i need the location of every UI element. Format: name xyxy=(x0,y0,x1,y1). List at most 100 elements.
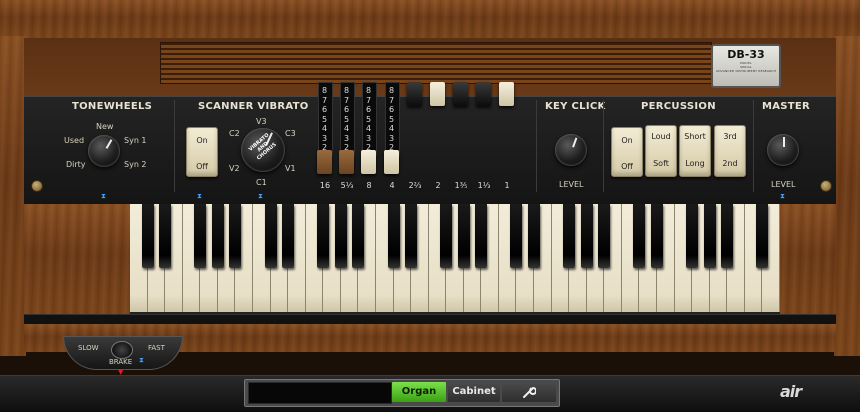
drawbar-scale-number: 8 xyxy=(343,86,350,95)
vibrato-on-off-switch[interactable]: On Off xyxy=(186,127,218,177)
screw-icon xyxy=(31,180,43,192)
black-key[interactable] xyxy=(475,204,488,268)
vibrato-v2-label: V2 xyxy=(229,164,240,173)
tonewheels-syn2-label: Syn 2 xyxy=(124,160,147,169)
wrench-icon xyxy=(523,386,537,398)
black-key[interactable] xyxy=(756,204,769,268)
black-key[interactable] xyxy=(563,204,576,268)
black-key[interactable] xyxy=(510,204,523,268)
tonewheels-syn1-label: Syn 1 xyxy=(124,136,147,145)
black-key[interactable] xyxy=(282,204,295,268)
black-key[interactable] xyxy=(686,204,699,268)
section-divider xyxy=(603,100,604,192)
drawbar-scale-number: 3 xyxy=(343,133,350,143)
drawbar-1-handle[interactable] xyxy=(317,150,332,174)
screw-icon xyxy=(820,180,832,192)
tonewheels-knob[interactable] xyxy=(88,135,120,167)
percussion-decay-switch[interactable]: Short Long xyxy=(679,125,711,177)
drawbar-footage-label: 5⅓ xyxy=(340,181,354,190)
percussion-2nd-label: 2nd xyxy=(722,159,738,168)
drawbar-footage-label: 1⅗ xyxy=(454,181,468,190)
drawbar-8-handle[interactable] xyxy=(476,82,491,106)
black-key[interactable] xyxy=(703,204,716,268)
knob-pointer xyxy=(783,137,785,147)
drawbar-scale-number: 6 xyxy=(343,105,350,114)
master-level-knob[interactable] xyxy=(767,134,799,166)
left-cabinet-post xyxy=(0,36,26,356)
preset-display[interactable] xyxy=(248,382,392,404)
drawbar-9-handle[interactable] xyxy=(499,82,514,106)
black-key[interactable] xyxy=(229,204,242,268)
black-key[interactable] xyxy=(405,204,418,268)
drawbar-5-handle[interactable] xyxy=(407,82,422,106)
right-cabinet-post xyxy=(834,36,860,356)
tonewheels-title: TONEWHEELS xyxy=(72,101,153,112)
percussion-long-label: Long xyxy=(685,159,705,168)
drawbar-footage-label: 1 xyxy=(504,181,510,190)
vibrato-v3-label: V3 xyxy=(256,117,267,126)
black-key[interactable] xyxy=(194,204,207,268)
black-key[interactable] xyxy=(598,204,611,268)
vibrato-on-label: On xyxy=(196,136,208,145)
keyclick-level-knob[interactable] xyxy=(555,134,587,166)
left-keyboard-cheek xyxy=(24,204,130,314)
drawbar-scale-number: 3 xyxy=(365,133,372,143)
black-key[interactable] xyxy=(141,204,154,268)
leslie-speed-switch[interactable] xyxy=(111,341,133,359)
percussion-on-off-switch[interactable]: On Off xyxy=(611,127,643,177)
percussion-harmonic-switch[interactable]: 3rd 2nd xyxy=(714,125,746,177)
tonewheels-new-label: New xyxy=(96,122,114,131)
drawbar-scale-number: 6 xyxy=(388,105,395,114)
leslie-panel: SLOW FAST BRAKE xyxy=(63,336,183,370)
black-key[interactable] xyxy=(159,204,172,268)
tab-cabinet[interactable]: Cabinet xyxy=(448,382,500,402)
black-key[interactable] xyxy=(211,204,224,268)
leslie-speed-control: SLOW FAST BRAKE ▼ ⧗ xyxy=(63,336,183,376)
black-key[interactable] xyxy=(580,204,593,268)
black-key[interactable] xyxy=(651,204,664,268)
black-key[interactable] xyxy=(721,204,734,268)
black-key[interactable] xyxy=(457,204,470,268)
drawbar-6-handle[interactable] xyxy=(430,82,445,106)
drawbar-scale-number: 8 xyxy=(365,86,372,95)
percussion-soft-label: Soft xyxy=(653,159,669,168)
air-logo: air xyxy=(780,382,802,401)
organ-cabinet: DB-33 MODEL SERIAL ADVANCED INSTRUMENT R… xyxy=(0,0,860,376)
black-key[interactable] xyxy=(352,204,365,268)
keyclick-title: KEY CLICK xyxy=(545,101,606,112)
percussion-on-label: On xyxy=(621,136,633,145)
black-key[interactable] xyxy=(264,204,277,268)
black-key[interactable] xyxy=(528,204,541,268)
keyclick-level-label: LEVEL xyxy=(559,180,584,189)
drawbar-scale-number: 4 xyxy=(365,124,372,133)
vibrato-selector-knob[interactable]: VIBRATO AND CHORUS xyxy=(241,128,285,172)
preset-value xyxy=(249,391,253,401)
drawbar-7-handle[interactable] xyxy=(453,82,468,106)
drawbar-scale-number: 6 xyxy=(365,105,372,114)
marker-icon: ⧗ xyxy=(258,192,263,200)
black-key[interactable] xyxy=(317,204,330,268)
master-title: MASTER xyxy=(762,101,811,112)
percussion-volume-switch[interactable]: Loud Soft xyxy=(645,125,677,177)
drawbar-footage-label: 2⅔ xyxy=(408,181,422,190)
tab-settings[interactable] xyxy=(502,382,556,402)
drawbar-scale-number: 8 xyxy=(321,86,328,95)
leslie-fast-label: FAST xyxy=(148,344,165,352)
vibrato-c2-label: C2 xyxy=(229,129,240,138)
black-key[interactable] xyxy=(387,204,400,268)
knob-pointer xyxy=(105,139,113,149)
tonewheels-dirty-label: Dirty xyxy=(66,160,86,169)
drawbar-footage-label: 1⅓ xyxy=(477,181,491,190)
leslie-slow-label: SLOW xyxy=(78,344,99,352)
tab-organ[interactable]: Organ xyxy=(392,382,446,402)
black-key[interactable] xyxy=(440,204,453,268)
vibrato-c1-label: C1 xyxy=(256,178,267,187)
black-key[interactable] xyxy=(633,204,646,268)
drawbar-scale-number: 5 xyxy=(321,114,328,124)
drawbar-3-handle[interactable] xyxy=(361,150,376,174)
black-key[interactable] xyxy=(334,204,347,268)
drawbar-2-handle[interactable] xyxy=(339,150,354,174)
drawbar-4-handle[interactable] xyxy=(384,150,399,174)
keyboard[interactable] xyxy=(130,204,780,314)
model-nameplate: DB-33 MODEL SERIAL ADVANCED INSTRUMENT R… xyxy=(711,44,781,88)
